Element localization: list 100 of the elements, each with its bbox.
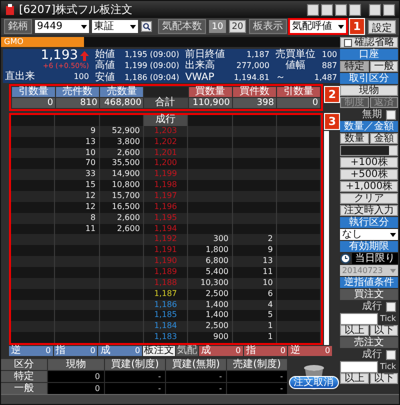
table-cell[interactable]: 900 (213, 332, 229, 342)
table-cell[interactable]: 2,500 (206, 321, 229, 330)
table-cell[interactable]: 6,800 (206, 256, 229, 266)
table-cell[interactable]: 10,800 (112, 180, 140, 190)
column-header: 買件数 (232, 87, 276, 97)
price-cell[interactable]: 1,187 (154, 288, 178, 298)
checkbox[interactable] (386, 302, 396, 312)
table-cell[interactable]: 52,900 (112, 126, 140, 135)
table-cell[interactable]: 13 (262, 256, 273, 266)
table-cell[interactable]: 5,400 (206, 267, 229, 276)
action-button[interactable]: クリア (340, 193, 398, 204)
checkbox[interactable] (386, 350, 396, 360)
price-cell[interactable]: 1,183 (154, 332, 178, 342)
table-cell[interactable]: 2,600 (117, 224, 140, 233)
price-cell[interactable]: 1,186 (154, 300, 178, 309)
order-count: 0 (280, 346, 286, 356)
stat-label: 値幅 (284, 60, 306, 72)
action-button[interactable]: +1,000株 (340, 181, 398, 192)
table-cell[interactable]: 10 (85, 148, 96, 157)
table-cell[interactable]: 15,700 (112, 191, 140, 200)
amount-field[interactable] (340, 145, 398, 156)
depth-button[interactable]: 10 (209, 20, 226, 33)
option-button[interactable]: 数量 (340, 133, 369, 144)
table-cell[interactable]: 2 (268, 234, 273, 244)
price-cell[interactable]: 1,185 (154, 310, 178, 320)
table-cell[interactable]: 12 (85, 191, 96, 200)
option-button[interactable]: 特定 (340, 61, 369, 72)
stat-value: 277,000 (235, 60, 270, 72)
table-cell[interactable]: 3,800 (117, 136, 140, 146)
settings-button[interactable]: 設定 (368, 20, 396, 34)
table-cell[interactable]: 70 (85, 158, 96, 168)
price-field[interactable] (340, 360, 378, 372)
option-label: 成行 (362, 301, 382, 312)
row-header: 特定 (1, 371, 47, 382)
table-cell: - (227, 383, 287, 394)
stat-label: 売買単位 (275, 49, 316, 60)
price-field[interactable] (340, 312, 378, 324)
table-cell[interactable]: 4 (268, 300, 273, 309)
table-cell[interactable]: 1,400 (206, 310, 229, 320)
option-button[interactable]: 以上 (340, 373, 369, 384)
action-button[interactable]: +100株 (340, 157, 398, 168)
symbol-select[interactable]: 9449 (35, 20, 89, 33)
table-cell[interactable]: 300 (213, 234, 229, 244)
table-cell[interactable]: 9 (268, 245, 273, 254)
table-cell[interactable]: 16,500 (112, 202, 140, 211)
column-header: 買数量 (188, 87, 232, 97)
table-cell[interactable]: 1,800 (206, 245, 229, 254)
table-cell[interactable]: 15 (85, 180, 96, 190)
column-header: 引数量 (276, 87, 320, 97)
table-cell[interactable]: 12 (85, 202, 96, 211)
market-select[interactable]: 東証 (92, 20, 138, 33)
scrollbar[interactable] (324, 131, 330, 345)
option-button[interactable]: 金額 (370, 133, 398, 144)
table-cell[interactable]: 2,600 (117, 212, 140, 222)
depth-button[interactable]: 20 (229, 20, 246, 33)
option-button[interactable]: 以下 (370, 373, 398, 384)
option-button[interactable]: 一般 (370, 61, 398, 72)
table-cell[interactable]: 1,400 (206, 300, 229, 309)
table-cell[interactable]: 14,900 (112, 169, 140, 178)
table-cell[interactable]: 5 (268, 310, 273, 320)
execution-select[interactable]: なし (340, 229, 398, 240)
table-cell[interactable]: 13 (85, 136, 96, 146)
order-count: 0 (90, 346, 96, 356)
range-mark: ～ (275, 72, 286, 83)
display-select[interactable]: 気配呼値 (290, 20, 346, 33)
table-cell: - (166, 383, 226, 394)
table-cell[interactable]: 35,500 (112, 158, 140, 168)
stat-value: 100 (320, 49, 338, 60)
table-cell[interactable]: 1 (268, 332, 273, 342)
view-button[interactable]: 板注文 (143, 346, 176, 356)
section-header: 逆指値条件 (340, 277, 398, 288)
table-cell[interactable]: 6 (268, 288, 273, 298)
table-cell[interactable]: 1 (268, 321, 273, 330)
price-cell[interactable]: 1,184 (154, 321, 178, 330)
table-cell[interactable]: 11 (85, 224, 96, 233)
column-header: 現物 (48, 359, 104, 370)
checkbox[interactable]: 確認省略 (340, 37, 398, 48)
table-cell[interactable]: 2,500 (206, 288, 229, 298)
callout-badge: 1 (349, 18, 365, 35)
option-button[interactable]: 以上 (340, 325, 369, 336)
table-cell[interactable]: 33 (85, 169, 96, 178)
table-cell[interactable]: 8 (90, 212, 96, 222)
column-header: 区分 (1, 359, 47, 370)
table-cell[interactable]: 9 (90, 126, 96, 135)
action-button[interactable]: +500株 (340, 169, 398, 180)
action-button[interactable]: 注文時入力 (340, 205, 398, 216)
view-button[interactable]: 気配 (176, 346, 198, 356)
search-icon[interactable] (141, 21, 152, 32)
clock-icon[interactable] (340, 253, 352, 264)
table-cell[interactable]: 10,300 (200, 278, 229, 287)
table-cell[interactable]: 10 (262, 278, 273, 287)
stat-label: 安値 (95, 72, 115, 83)
cancel-order-button[interactable]: 注文取消 (288, 376, 339, 389)
order-count: 0 (325, 346, 330, 356)
option-button[interactable]: 以下 (370, 325, 398, 336)
stat-value: 1,186 (09:04) (123, 72, 180, 83)
action-button[interactable]: 現物 (340, 85, 398, 96)
table-cell[interactable]: 11 (262, 267, 273, 276)
checkbox[interactable] (386, 110, 396, 120)
table-cell[interactable]: 2,600 (117, 148, 140, 157)
